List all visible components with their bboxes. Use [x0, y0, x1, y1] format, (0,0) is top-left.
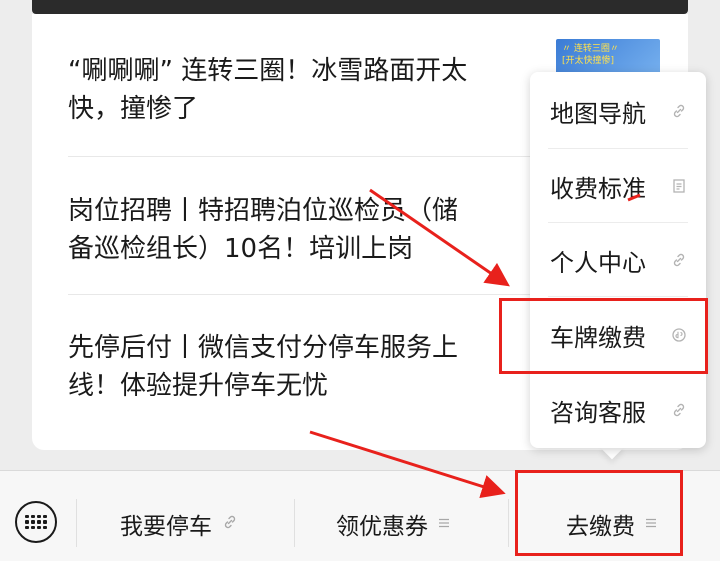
popup-menu: 地图导航 收费标准 个人中心 车牌缴费 咨询客服: [530, 72, 706, 448]
menu-item-label: 咨询客服: [550, 398, 646, 427]
bar-separator: [508, 499, 509, 547]
tab-coupons[interactable]: 领优惠券: [336, 509, 450, 540]
article-title-line: 快，撞惨了: [68, 94, 199, 124]
article-item-3[interactable]: 先停后付丨微信支付分停车服务上 线！体验提升停车无忧: [68, 329, 558, 405]
link-icon: [670, 102, 688, 120]
link-icon: [670, 401, 688, 419]
article-title-line: “唰唰唰” 连转三圈！冰雪路面开太: [68, 56, 468, 86]
menu-item-fee-standard[interactable]: 收费标准: [530, 149, 706, 223]
divider: [68, 294, 558, 295]
bar-separator: [76, 499, 77, 547]
link-icon: [222, 514, 238, 534]
article-item-2[interactable]: 岗位招聘丨特招聘泊位巡检员（储 备巡检组长）10名！培训上岗: [68, 192, 558, 268]
article-title-line: 备巡检组长）10名！培训上岗: [68, 234, 414, 264]
highlight-box-plate-payment: [499, 298, 708, 374]
highlight-box-pay-tab: [515, 470, 683, 556]
thumbnail-text: [开太快撞惨]: [562, 56, 615, 66]
menu-item-label: 个人中心: [550, 248, 646, 277]
keyboard-toggle-button[interactable]: [15, 501, 57, 543]
tab-label: 领优惠券: [336, 514, 428, 540]
page-icon: [670, 177, 688, 195]
thumbnail-text: 〃 连转三圈〃: [562, 44, 619, 54]
menu-icon: [438, 515, 450, 533]
bar-separator: [294, 499, 295, 547]
tab-park[interactable]: 我要停车: [120, 509, 238, 540]
article-item-1[interactable]: “唰唰唰” 连转三圈！冰雪路面开太 快，撞惨了: [68, 52, 558, 128]
menu-item-label: 地图导航: [550, 99, 646, 128]
menu-item-customer-service[interactable]: 咨询客服: [530, 373, 706, 447]
tab-label: 我要停车: [120, 514, 212, 540]
menu-separator: [548, 296, 688, 297]
divider: [68, 156, 558, 157]
article-title-line: 岗位招聘丨特招聘泊位巡检员（储: [68, 196, 459, 226]
article-cover-image[interactable]: [32, 0, 688, 14]
keyboard-icon: [25, 515, 47, 529]
link-icon: [670, 251, 688, 269]
menu-item-label: 收费标准: [550, 174, 646, 203]
article-title-line: 先停后付丨微信支付分停车服务上: [68, 333, 459, 363]
article-title-line: 线！体验提升停车无忧: [68, 371, 329, 401]
menu-item-map-navigation[interactable]: 地图导航: [530, 74, 706, 148]
menu-item-personal-center[interactable]: 个人中心: [530, 223, 706, 297]
